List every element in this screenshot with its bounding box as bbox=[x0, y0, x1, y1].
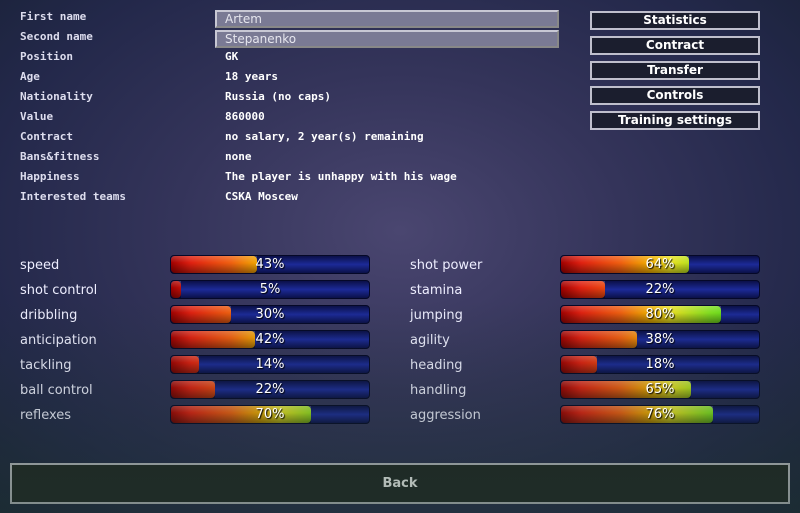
skill-percent: 14% bbox=[255, 357, 285, 372]
info-value: Russia (no caps) bbox=[225, 90, 331, 103]
info-label: Bans&fitness bbox=[20, 150, 100, 163]
skill-bar: 42% bbox=[170, 330, 370, 349]
info-label: Nationality bbox=[20, 90, 93, 103]
skill-bar: 64% bbox=[560, 255, 760, 274]
info-value: CSKA Moscew bbox=[225, 190, 298, 203]
skill-percent: 76% bbox=[645, 407, 675, 422]
skill-label: speed bbox=[20, 258, 60, 273]
button-transfer[interactable]: Transfer bbox=[590, 61, 760, 80]
skill-percent: 80% bbox=[645, 307, 675, 322]
skill-percent: 65% bbox=[645, 382, 675, 397]
skill-label: tackling bbox=[20, 358, 72, 373]
skill-label: jumping bbox=[410, 308, 463, 323]
button-controls[interactable]: Controls bbox=[590, 86, 760, 105]
skill-percent: 42% bbox=[255, 332, 285, 347]
skill-percent: 70% bbox=[255, 407, 285, 422]
skill-bar: 18% bbox=[560, 355, 760, 374]
info-label: Position bbox=[20, 50, 73, 63]
skill-label: ball control bbox=[20, 383, 93, 398]
info-value: GK bbox=[225, 50, 239, 63]
skill-percent: 22% bbox=[645, 282, 675, 297]
info-label: Interested teams bbox=[20, 190, 126, 203]
info-value: no salary, 2 year(s) remaining bbox=[225, 130, 424, 143]
info-value: 18 years bbox=[225, 70, 278, 83]
skill-bar: 65% bbox=[560, 380, 760, 399]
skill-bar: 70% bbox=[170, 405, 370, 424]
info-value: none bbox=[225, 150, 252, 163]
skill-percent: 30% bbox=[255, 307, 285, 322]
skill-bar: 76% bbox=[560, 405, 760, 424]
skill-label: aggression bbox=[410, 408, 481, 423]
skill-label: agility bbox=[410, 333, 450, 348]
skill-label: stamina bbox=[410, 283, 463, 298]
skill-label: anticipation bbox=[20, 333, 97, 348]
skill-label: dribbling bbox=[20, 308, 78, 323]
skill-bar: 22% bbox=[170, 380, 370, 399]
button-contract[interactable]: Contract bbox=[590, 36, 760, 55]
back-button[interactable]: Back bbox=[10, 463, 790, 504]
button-training-settings[interactable]: Training settings bbox=[590, 111, 760, 130]
skill-label: heading bbox=[410, 358, 463, 373]
skill-percent: 38% bbox=[645, 332, 675, 347]
skill-bar: 5% bbox=[170, 280, 370, 299]
button-statistics[interactable]: Statistics bbox=[590, 11, 760, 30]
skill-percent: 18% bbox=[645, 357, 675, 372]
info-label: First name bbox=[20, 10, 87, 23]
skill-label: reflexes bbox=[20, 408, 72, 423]
skill-percent: 5% bbox=[259, 282, 281, 297]
skill-bar: 14% bbox=[170, 355, 370, 374]
info-value: 860000 bbox=[225, 110, 265, 123]
skill-bar: 80% bbox=[560, 305, 760, 324]
skill-label: shot control bbox=[20, 283, 98, 298]
skill-label: handling bbox=[410, 383, 467, 398]
skill-bar: 22% bbox=[560, 280, 760, 299]
skill-label: shot power bbox=[410, 258, 483, 273]
skill-percent: 22% bbox=[255, 382, 285, 397]
info-label: Contract bbox=[20, 130, 73, 143]
skill-percent: 43% bbox=[255, 257, 285, 272]
info-value: The player is unhappy with his wage bbox=[225, 170, 457, 183]
info-label: Happiness bbox=[20, 170, 80, 183]
skill-bar: 38% bbox=[560, 330, 760, 349]
info-label: Age bbox=[20, 70, 40, 83]
skill-percent: 64% bbox=[645, 257, 675, 272]
info-label: Value bbox=[20, 110, 54, 123]
name-input[interactable]: Stepanenko bbox=[215, 30, 559, 48]
info-label: Second name bbox=[20, 30, 93, 43]
name-input[interactable]: Artem bbox=[215, 10, 559, 28]
skill-bar: 43% bbox=[170, 255, 370, 274]
skill-bar: 30% bbox=[170, 305, 370, 324]
